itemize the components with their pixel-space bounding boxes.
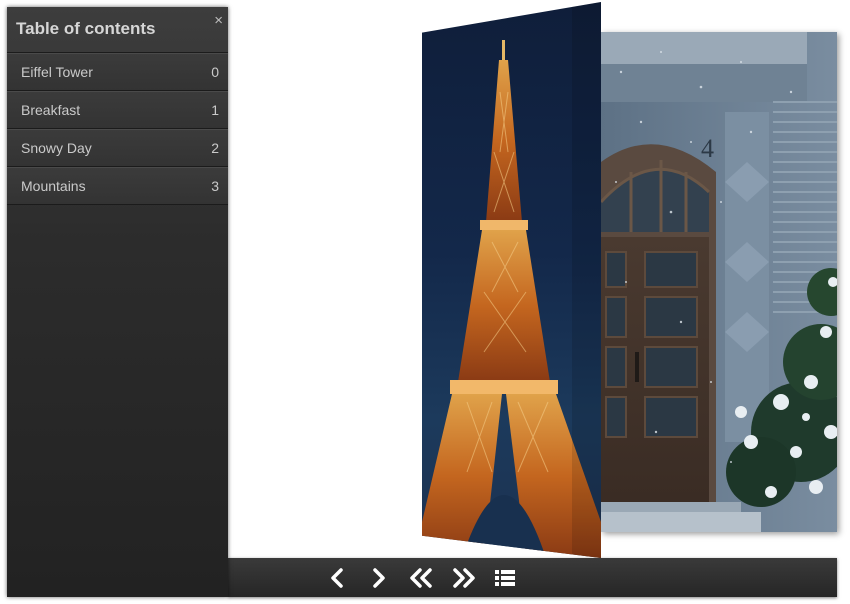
book-page-right[interactable]: 4 [601, 32, 837, 532]
toc-list: Eiffel Tower 0 Breakfast 1 Snowy Day 2 M… [7, 53, 228, 205]
toc-item-label: Snowy Day [21, 140, 92, 156]
door-number: 4 [701, 134, 714, 163]
list-icon [495, 570, 515, 586]
toc-item-mountains[interactable]: Mountains 3 [7, 167, 228, 205]
chevron-right-icon [373, 568, 385, 588]
book-page-left[interactable] [422, 2, 601, 558]
chevron-left-icon [331, 568, 343, 588]
double-chevron-left-icon [410, 568, 432, 588]
table-of-contents-panel: Table of contents × Eiffel Tower 0 Break… [7, 7, 228, 597]
double-chevron-right-icon [453, 568, 475, 588]
next-page-button[interactable] [366, 567, 390, 589]
previous-page-button[interactable] [326, 567, 350, 589]
toc-item-snowy-day[interactable]: Snowy Day 2 [7, 129, 228, 167]
toc-item-label: Eiffel Tower [21, 64, 93, 80]
toc-item-page-number: 0 [211, 64, 219, 80]
toc-item-label: Breakfast [21, 102, 81, 118]
first-page-button[interactable] [407, 567, 435, 589]
navigation-bar [228, 558, 837, 597]
toc-toggle-button[interactable] [493, 567, 517, 589]
toc-item-breakfast[interactable]: Breakfast 1 [7, 91, 228, 129]
last-page-button[interactable] [450, 567, 478, 589]
flipbook-viewer: Table of contents × Eiffel Tower 0 Break… [0, 0, 850, 604]
toc-item-page-number: 3 [211, 178, 219, 194]
toc-title: Table of contents [16, 19, 156, 38]
toc-item-page-number: 2 [211, 140, 219, 156]
book[interactable]: 4 [422, 2, 837, 558]
close-icon[interactable]: × [214, 13, 223, 29]
toc-header: Table of contents × [7, 7, 228, 53]
snowy-door-photo: 4 [601, 32, 837, 532]
toc-item-eiffel-tower[interactable]: Eiffel Tower 0 [7, 53, 228, 91]
toc-item-label: Mountains [21, 178, 86, 194]
toc-item-page-number: 1 [211, 102, 219, 118]
eiffel-tower-night-photo [422, 2, 601, 558]
